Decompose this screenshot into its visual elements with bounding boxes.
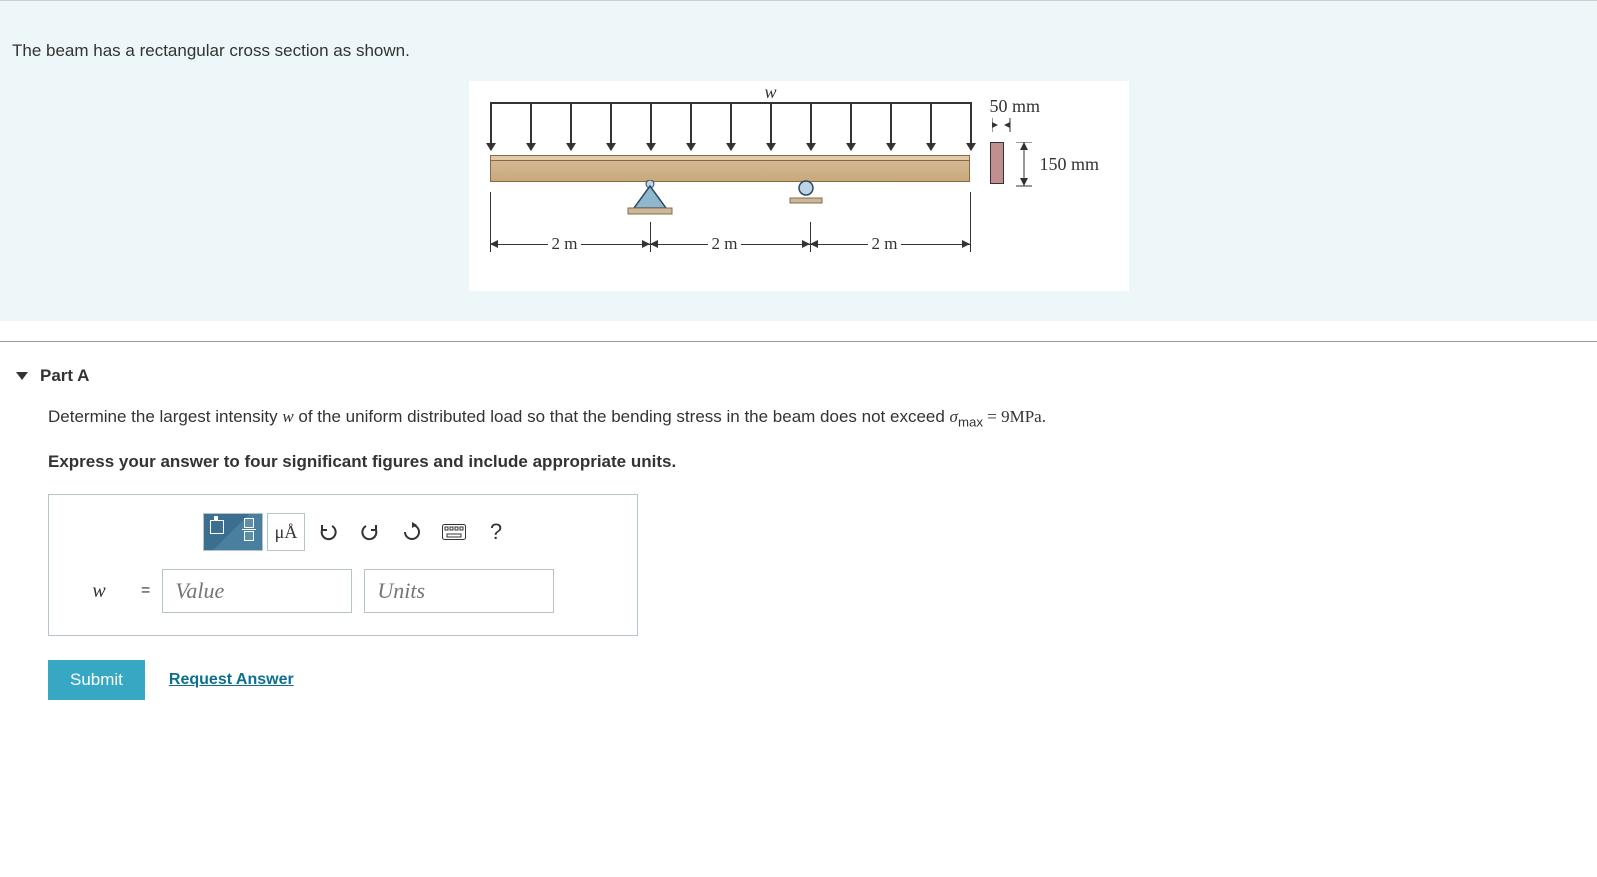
variable-label: w bbox=[69, 580, 129, 603]
roller-support-icon bbox=[786, 180, 826, 214]
equals-sign: = bbox=[141, 582, 150, 600]
request-answer-link[interactable]: Request Answer bbox=[169, 671, 294, 689]
help-button[interactable]: ? bbox=[477, 513, 515, 551]
part-header[interactable]: Part A bbox=[0, 342, 1597, 404]
cross-section-width-label: 50 mm bbox=[990, 96, 1041, 117]
arrow-right-icon bbox=[962, 240, 970, 248]
figure-container: w bbox=[12, 81, 1585, 291]
submit-row: Submit Request Answer bbox=[48, 660, 1549, 700]
part-title: Part A bbox=[40, 366, 89, 386]
beam-side-face bbox=[490, 160, 970, 182]
width-dim-arrows bbox=[992, 118, 1032, 137]
keyboard-button[interactable] bbox=[435, 513, 473, 551]
templates-button[interactable] bbox=[203, 513, 263, 551]
chevron-down-icon bbox=[16, 372, 28, 380]
cross-section-rect bbox=[990, 142, 1004, 184]
equation-toolbar: μÅ ? bbox=[203, 513, 617, 551]
value-input[interactable] bbox=[162, 569, 352, 613]
arrow-left-icon bbox=[650, 240, 658, 248]
answer-entry-box: μÅ ? w = bbox=[48, 494, 638, 636]
undo-button[interactable] bbox=[309, 513, 347, 551]
problem-context-panel: The beam has a rectangular cross section… bbox=[0, 0, 1597, 321]
dim-tick bbox=[970, 192, 971, 252]
arrow-left-icon bbox=[810, 240, 818, 248]
units-input[interactable] bbox=[364, 569, 554, 613]
part-body: Determine the largest intensity w of the… bbox=[0, 404, 1597, 740]
arrow-right-icon bbox=[642, 240, 650, 248]
answer-instruction: Express your answer to four significant … bbox=[48, 452, 1549, 472]
answer-input-row: w = bbox=[69, 569, 617, 613]
problem-intro-text: The beam has a rectangular cross section… bbox=[12, 41, 1585, 61]
span-3-label: 2 m bbox=[868, 234, 902, 254]
cross-section-height-label: 150 mm bbox=[1040, 154, 1100, 175]
arrow-left-icon bbox=[490, 240, 498, 248]
reset-button[interactable] bbox=[393, 513, 431, 551]
span-2-label: 2 m bbox=[708, 234, 742, 254]
beam-figure: w bbox=[469, 81, 1129, 291]
redo-button[interactable] bbox=[351, 513, 389, 551]
special-chars-button[interactable]: μÅ bbox=[267, 513, 305, 551]
load-label: w bbox=[765, 82, 777, 103]
submit-button[interactable]: Submit bbox=[48, 660, 145, 700]
pin-support-icon bbox=[626, 180, 674, 218]
arrow-right-icon bbox=[802, 240, 810, 248]
span-1-label: 2 m bbox=[548, 234, 582, 254]
question-text: Determine the largest intensity w of the… bbox=[48, 404, 1549, 432]
